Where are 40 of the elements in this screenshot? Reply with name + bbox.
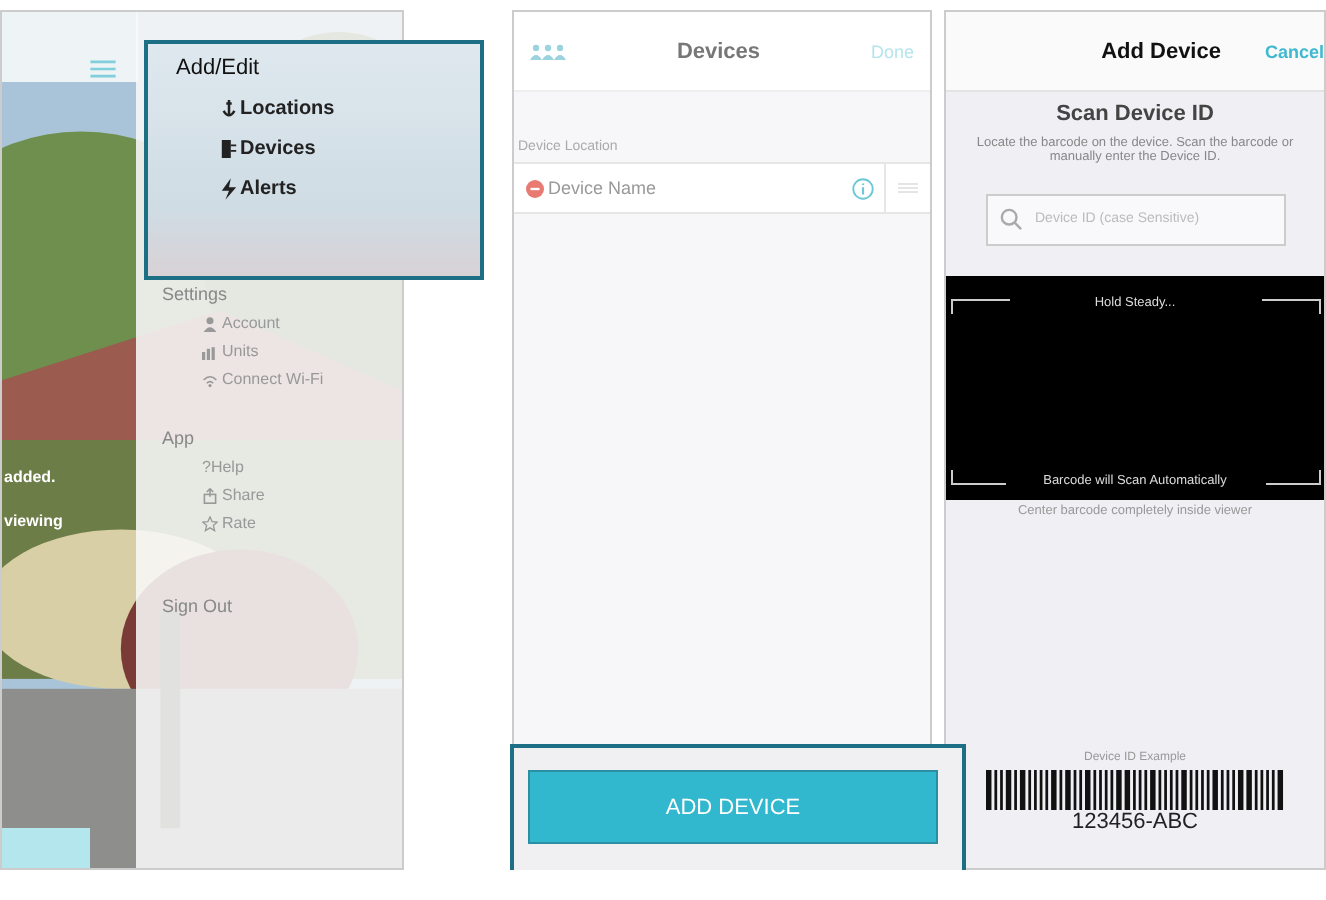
barcode-icon [985,770,1285,810]
menu-item[interactable]: Units [202,342,259,360]
screen-title: Devices [674,39,763,63]
overlay-text: added. [4,468,56,486]
menu-icon[interactable] [90,60,116,78]
sign-out-link[interactable]: Sign Out [162,596,233,616]
menu-item[interactable]: Connect Wi-Fi [202,370,324,388]
menu-item[interactable]: Locations [220,98,335,120]
overlay-text: viewing [4,512,63,530]
delete-icon[interactable] [526,179,544,197]
scan-heading: Scan Device ID [1056,102,1214,126]
wifi-icon [202,371,218,387]
device-name: Device Name [548,178,659,198]
person-icon [202,315,218,331]
menu-item[interactable]: Alerts [220,178,297,200]
people-icon[interactable] [530,43,566,59]
plug-icon [220,138,238,160]
menu-heading: Add/Edit [176,56,260,80]
add-device-button[interactable]: ADD DEVICE [528,770,938,844]
screen-title: Add Device [1101,39,1221,63]
info-icon[interactable] [852,177,874,199]
menu-item[interactable]: Account [202,314,280,332]
star-icon [202,515,218,531]
menu-item[interactable]: Devices [220,138,316,160]
section-heading: Settings [162,284,230,304]
done-button[interactable]: Done [870,41,914,61]
menu-item[interactable]: Rate [202,514,256,532]
menu-item[interactable]: Share [202,486,265,504]
menu-item[interactable]: ?Help [202,458,244,476]
anchor-icon [220,98,238,120]
drag-handle-icon[interactable] [898,182,918,194]
bars-icon [202,343,218,359]
lightning-icon [220,178,238,200]
cancel-button[interactable]: Cancel [1264,41,1324,61]
device-row[interactable]: Device Name [514,162,930,214]
barcode-number: 123456-ABC [1072,810,1198,834]
share-icon [202,487,218,503]
search-icon [999,207,1021,230]
action-button[interactable] [2,828,90,868]
section-heading: App [162,428,197,448]
